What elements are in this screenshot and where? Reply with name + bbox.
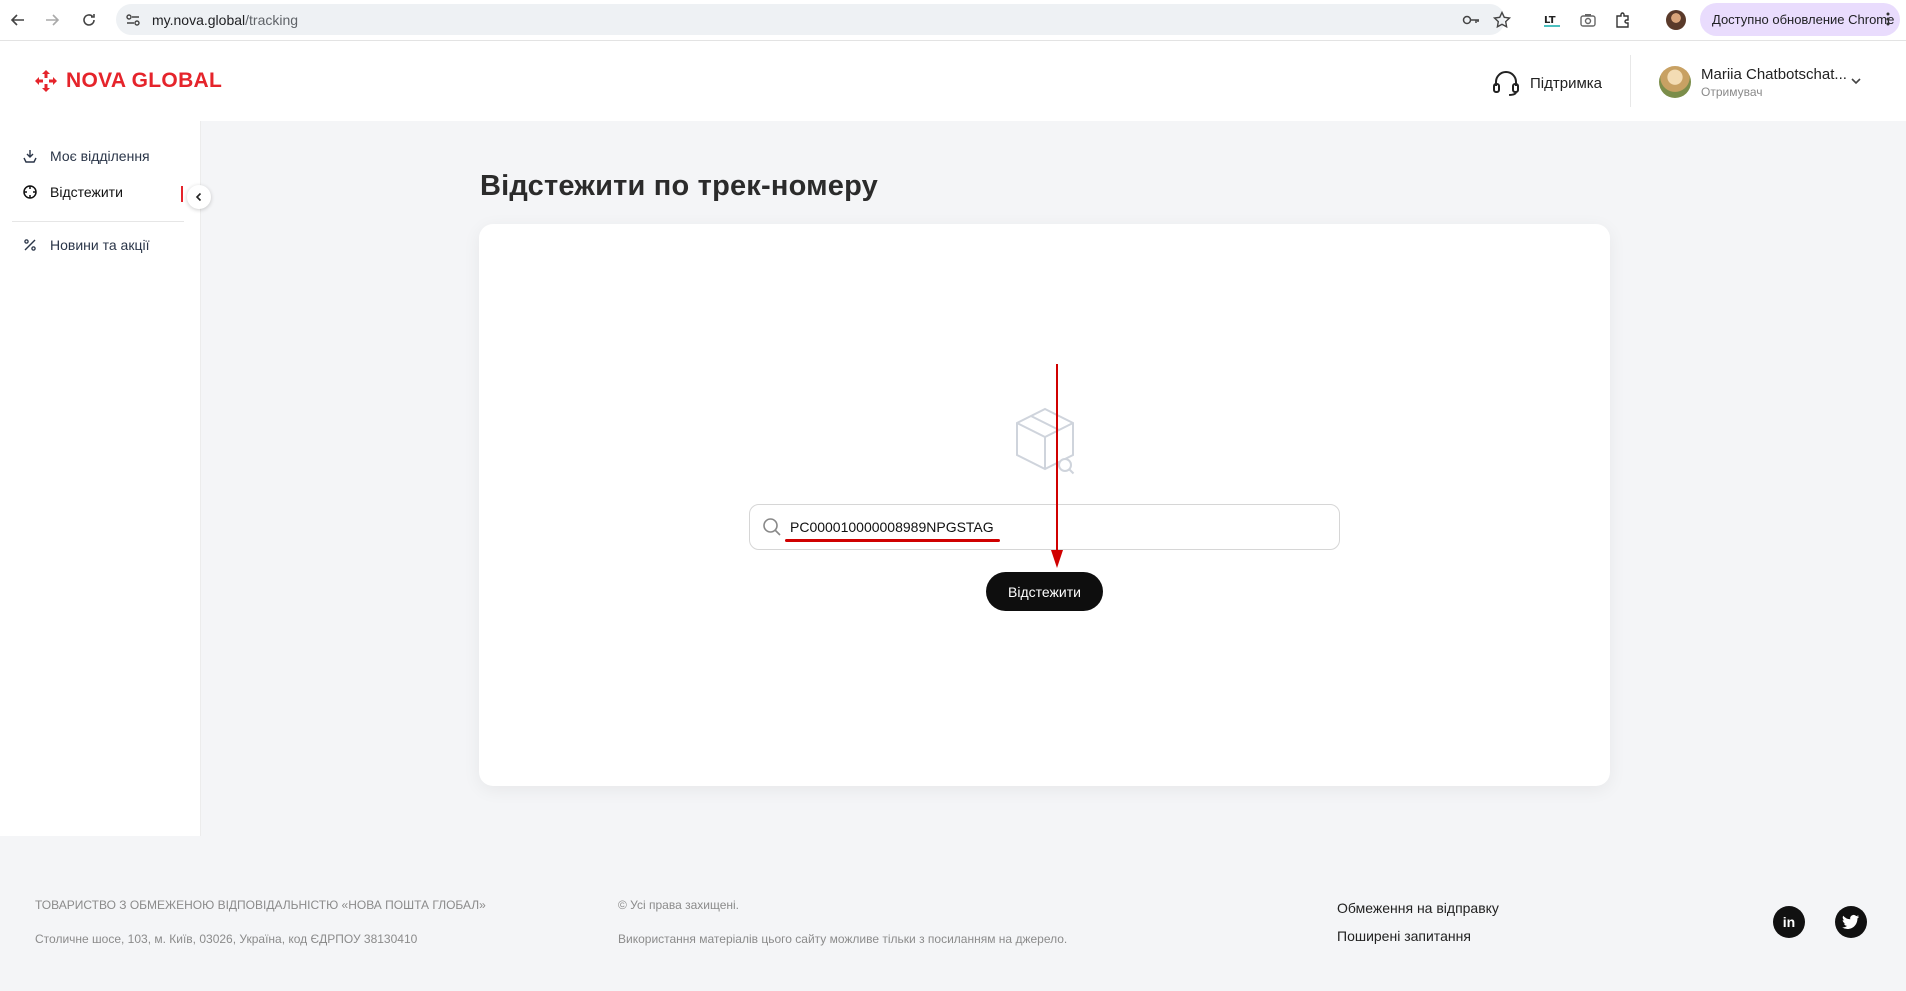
support-label: Підтримка [1530,74,1603,92]
package-search-icon [1016,407,1075,475]
user-name: Mariia Chatbotschat... [1701,66,1847,83]
footer-company: ТОВАРИСТВО З ОБМЕЖЕНОЮ ВІДПОВІДАЛЬНІСТЮ … [35,898,486,912]
reload-icon [83,14,95,26]
update-label: Доступно обновление Chrome [1712,12,1895,27]
url-text[interactable]: my.nova.global/tracking [152,12,298,28]
sidebar-item-label: Відстежити [50,184,123,200]
sidebar-item-label: Новини та акції [50,237,150,253]
user-menu[interactable]: Mariia Chatbotschat... Отримувач [1659,66,1879,102]
url-host: my.nova.global [152,12,246,28]
home-icon [23,150,37,163]
chevron-left-icon [195,192,202,202]
active-item-marker [181,186,183,202]
site-settings-icon[interactable] [124,11,142,29]
footer-copyright: © Усі права захищені. [618,898,740,912]
forward-button[interactable] [40,8,64,32]
logo-wordmark: NOVA GLOBAL [66,69,223,92]
linkedin-link[interactable]: in [1773,906,1805,938]
sidebar-item-label: Моє відділення [50,148,150,164]
target-icon [23,185,37,199]
chrome-update-button[interactable]: Доступно обновление Chrome [1700,3,1900,36]
profile-avatar-icon[interactable] [1665,9,1687,31]
user-role: Отримувач [1701,85,1763,99]
extensions-icon[interactable] [1612,9,1634,31]
svg-text:LT: LT [1544,15,1556,26]
sidebar-item-my-branch[interactable]: Моє відділення [22,148,150,164]
chevron-down-icon [1851,78,1861,85]
annotation-underline [785,539,1000,542]
app-header: NOVA GLOBAL Підтримка Mariia Chatbotscha… [0,41,1906,121]
camera-icon[interactable] [1577,9,1599,31]
footer-link-faq[interactable]: Поширені запитання [1337,928,1471,944]
arrow-left-icon [10,14,24,26]
url-path: /tracking [245,12,299,28]
arrow-right-icon [46,14,60,26]
avatar [1659,66,1691,98]
header-divider [1630,55,1631,107]
sidebar-divider [12,221,184,222]
sidebar: Моє відділення Відстежити Новини та акці… [0,121,201,836]
footer-link-shipping-restrictions[interactable]: Обмеження на відправку [1337,900,1499,916]
page-title: Відстежити по трек-номеру [480,170,878,202]
twitter-icon [1842,914,1859,929]
nova-global-logo[interactable]: NOVA GLOBAL [34,69,222,93]
footer [0,836,1906,991]
tracking-search-field[interactable] [749,504,1340,550]
languagetool-icon[interactable]: LT [1541,9,1563,31]
more-menu-icon[interactable] [1886,12,1890,26]
browser-toolbar: my.nova.global/tracking LT Доступно обно… [0,0,1906,41]
star-icon[interactable] [1492,10,1512,30]
footer-address: Столичне шосе, 103, м. Київ, 03026, Укра… [35,932,418,946]
linkedin-icon: in [1782,914,1796,930]
key-icon[interactable] [1461,10,1481,30]
sidebar-collapse-button[interactable] [187,185,211,209]
sidebar-item-news[interactable]: Новини та акції [22,237,149,253]
headset-icon [1493,71,1519,96]
nova-logo-icon [35,70,57,92]
twitter-link[interactable] [1835,906,1867,938]
percent-icon [24,239,36,251]
footer-usage-note: Використання матеріалів цього сайту можл… [618,932,1068,946]
support-link[interactable]: Підтримка [1492,70,1602,96]
back-button[interactable] [6,8,30,32]
track-button[interactable]: Відстежити [986,572,1103,611]
address-bar[interactable]: my.nova.global/tracking [116,4,1512,35]
reload-button[interactable] [77,8,101,32]
annotation-arrow [1051,364,1063,568]
search-icon [763,518,781,536]
sidebar-item-track[interactable]: Відстежити [22,184,123,200]
